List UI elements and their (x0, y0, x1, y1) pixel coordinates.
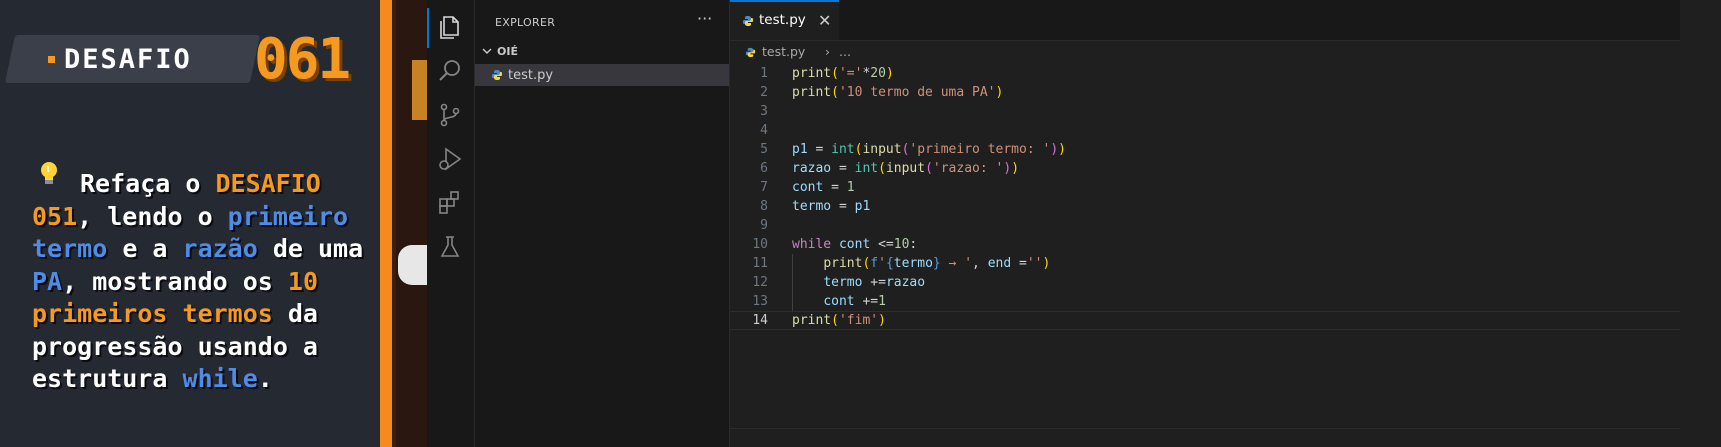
line-number: 13 (752, 294, 768, 309)
code-line: 6 razao = int(input('razao: ')) (730, 159, 1680, 178)
text-part: e a (107, 234, 183, 263)
text-part: , lendo o (77, 201, 228, 231)
file-item-test-py[interactable]: test.py (475, 64, 729, 86)
line-number: 5 (760, 142, 768, 157)
chevron-down-icon (482, 48, 492, 54)
text-highlight: while (182, 364, 258, 393)
source-control-icon[interactable] (436, 101, 464, 129)
line-code: cont = 1 (792, 180, 855, 195)
line-code: termo +=razao (823, 275, 926, 290)
code-line-current: 14 print('fim') (730, 311, 1680, 330)
breadcrumb-separator: › (825, 44, 830, 59)
code-line: 1 print('='*20) (730, 64, 1680, 83)
line-number: 7 (760, 180, 768, 195)
challenge-panel: DESAFIO 061 Refaça o DESAFIO 051, lendo o… (0, 0, 415, 447)
python-file-icon (745, 47, 756, 58)
python-file-icon (743, 16, 753, 26)
text-highlight: 10 (287, 266, 318, 296)
line-number: 6 (760, 161, 768, 176)
line-code: cont +=1 (823, 294, 886, 309)
close-icon[interactable]: ✕ (818, 11, 831, 30)
code-line: 3 (730, 102, 1680, 121)
banner-bullet (48, 56, 55, 63)
line-number: 2 (760, 85, 768, 100)
more-actions-button[interactable]: ··· (697, 9, 712, 28)
text-highlight: primeiro (227, 201, 349, 231)
tab-test-py[interactable]: test.py ✕ (730, 0, 839, 40)
breadcrumb-file[interactable]: test.py (762, 44, 805, 59)
line-number: 9 (760, 218, 768, 233)
breadcrumb-symbols[interactable]: ... (839, 44, 851, 59)
panel-divider (730, 428, 1680, 429)
line-code: razao = int(input('razao: ')) (792, 161, 1020, 176)
code-line: 4 (730, 121, 1680, 140)
text-part: progressão usando a (32, 331, 318, 361)
video-frame-decoration (412, 60, 428, 120)
challenge-number: 061 (254, 27, 351, 92)
code-line: 2 print('10 termo de uma PA') (730, 83, 1680, 102)
line-number: 11 (752, 256, 768, 271)
code-line: 8 termo = p1 (730, 197, 1680, 216)
folder-name: OIÉ (497, 45, 518, 58)
challenge-description: Refaça o DESAFIO 051, lendo o primeiro ter… (32, 168, 392, 396)
activity-bar (427, 0, 475, 447)
text-highlight: primeiros termos (32, 299, 273, 328)
line-number: 14 (752, 313, 768, 328)
text-highlight: DESAFIO (215, 169, 321, 198)
python-file-icon (492, 70, 502, 80)
line-number: 12 (752, 275, 768, 290)
line-code: while cont <=10: (792, 237, 918, 252)
video-frame-accent (380, 0, 392, 447)
code-line: 13 cont +=1 (730, 292, 1680, 311)
text-part: , mostrando os (62, 266, 288, 296)
challenge-label: DESAFIO (64, 44, 192, 75)
code-line: 10 while cont <=10: (730, 235, 1680, 254)
line-number: 4 (760, 123, 768, 138)
code-line: 5 p1 = int(input('primeiro termo: ')) (730, 140, 1680, 159)
sidebar-title: EXPLORER (495, 16, 556, 29)
code-line: 9 (730, 216, 1680, 235)
editor-area: test.py ✕ test.py › ... 1 print('='*20) 2… (730, 0, 1680, 447)
run-debug-icon[interactable] (436, 145, 464, 173)
line-code: p1 = int(input('primeiro termo: ')) (792, 142, 1066, 157)
line-code: print(f'{termo} → ', end ='') (823, 256, 1051, 271)
code-line: 12 termo +=razao (730, 273, 1680, 292)
explorer-sidebar: EXPLORER ··· OIÉ test.py (475, 0, 730, 447)
line-number: 8 (760, 199, 768, 214)
code-line: 11 print(f'{termo} → ', end ='') (730, 254, 1680, 273)
text-highlight: razão (182, 234, 258, 263)
line-number: 3 (760, 104, 768, 119)
text-highlight: termo (32, 234, 108, 263)
line-code: print('fim') (792, 313, 886, 328)
folder-row[interactable]: OIÉ (475, 42, 729, 62)
video-frame-decoration (398, 245, 428, 285)
testing-icon[interactable] (436, 233, 464, 261)
vscode-window: EXPLORER ··· OIÉ test.py test.py ✕ test.… (427, 0, 1721, 447)
text-part: Refaça o (80, 169, 216, 198)
line-code: print('='*20) (792, 66, 894, 81)
text-highlight: 051 (32, 201, 78, 231)
search-icon[interactable] (436, 57, 464, 85)
tab-label: test.py (759, 12, 806, 28)
code-line: 7 cont = 1 (730, 178, 1680, 197)
code-editor[interactable]: 1 print('='*20) 2 print('10 termo de uma P… (730, 64, 1680, 330)
text-part: estrutura (32, 364, 183, 393)
text-part: de uma (257, 234, 364, 263)
line-number: 10 (752, 237, 768, 252)
active-indicator (427, 8, 429, 48)
line-code: termo = p1 (792, 199, 871, 214)
line-number: 1 (760, 66, 768, 81)
explorer-icon[interactable] (436, 13, 464, 41)
file-name: test.py (508, 68, 554, 83)
tab-bar: test.py ✕ (730, 0, 1680, 41)
text-highlight: PA (32, 266, 63, 296)
line-code: print('10 termo de uma PA') (792, 85, 1004, 100)
text-part: da (272, 299, 318, 328)
text-part: . (257, 364, 273, 393)
extensions-icon[interactable] (436, 189, 464, 217)
